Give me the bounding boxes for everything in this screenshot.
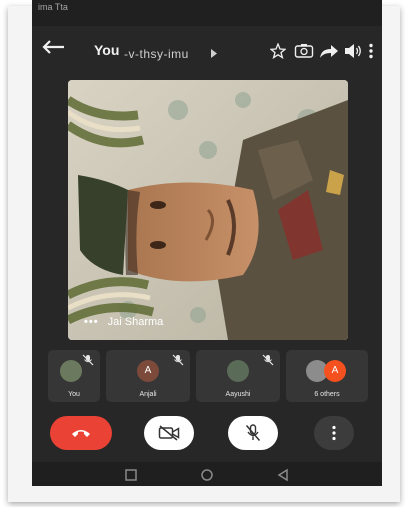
tile-name-others: 6 others [314, 391, 340, 398]
phone-hangup-icon [72, 430, 90, 437]
avatar-aayushi [227, 360, 249, 382]
tile-name-anjali: Anjali [139, 391, 157, 398]
speaker-icon[interactable] [344, 43, 362, 59]
more-options-button[interactable] [314, 416, 354, 450]
camera-toggle-button[interactable] [144, 416, 194, 450]
participant-name: Jai Sharma [107, 316, 164, 328]
participant-tile-others[interactable]: A 6 others [286, 350, 368, 402]
participant-video-image [68, 80, 348, 340]
status-bar: ima Tta [32, 0, 382, 26]
share-icon[interactable] [319, 43, 339, 59]
mic-off-icon [172, 354, 184, 366]
self-label: You [94, 42, 120, 58]
back-nav-icon[interactable] [276, 468, 290, 482]
avatar-anjali: A [137, 360, 159, 382]
more-vert-icon [332, 425, 336, 441]
participant-strip: You A Anjali Aayushi A 6 others [48, 350, 368, 402]
call-controls [32, 410, 382, 458]
participant-tile-anjali[interactable]: A Anjali [106, 350, 190, 402]
tile-name-you: You [68, 391, 80, 398]
switch-camera-icon[interactable] [294, 43, 314, 59]
home-icon[interactable] [200, 468, 214, 482]
status-time: ima Tta [38, 2, 68, 12]
call-header: -v-thsy-imu You [32, 30, 382, 66]
participant-name-tag: ••• Jai Sharma [84, 316, 163, 328]
mic-off-icon [82, 354, 94, 366]
back-arrow-icon[interactable] [40, 38, 66, 56]
more-vert-icon[interactable] [368, 43, 374, 59]
more-dots-icon[interactable]: ••• [84, 316, 99, 328]
participant-tile-you[interactable]: You [48, 350, 100, 402]
android-nav-bar [32, 462, 382, 486]
end-call-button[interactable] [50, 416, 112, 450]
mic-off-icon [262, 354, 274, 366]
participant-tile-aayushi[interactable]: Aayushi [196, 350, 280, 402]
avatar-other-2: A [324, 360, 346, 382]
meet-call-screen: ima Tta -v-thsy-imu You ••• Jai Sharma Y… [32, 0, 382, 486]
mic-off-icon [245, 424, 261, 441]
star-icon[interactable] [270, 43, 286, 59]
meeting-code[interactable]: -v-thsy-imu [124, 47, 189, 61]
tile-name-aayushi: Aayushi [225, 391, 251, 398]
chevron-right-icon[interactable] [210, 49, 218, 58]
microphone-toggle-button[interactable] [228, 416, 278, 450]
camera-off-icon [158, 425, 180, 441]
avatar-you [60, 360, 82, 382]
main-video-feed[interactable]: ••• Jai Sharma [68, 80, 348, 340]
recents-icon[interactable] [124, 468, 138, 482]
